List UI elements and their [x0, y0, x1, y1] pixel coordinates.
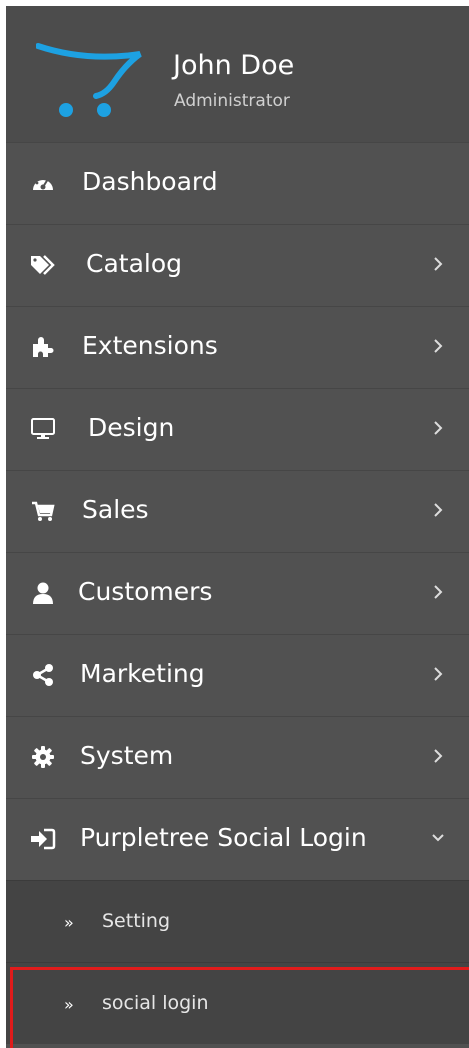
submenu-item-social-login[interactable]: » social login [6, 962, 469, 1048]
cart-logo-icon [36, 43, 142, 117]
main-menu: Dashboard Catalog Extensions Design Sale… [6, 142, 469, 880]
menu-item-extensions[interactable]: Extensions [6, 306, 469, 388]
menu-label: Customers [78, 577, 213, 606]
puzzle-icon [30, 334, 56, 360]
highlight-box [10, 967, 469, 1048]
chevron-right-icon [434, 585, 443, 599]
menu-label: Catalog [86, 249, 183, 278]
user-profile[interactable]: John Doe Administrator [6, 6, 469, 142]
menu-item-marketing[interactable]: Marketing [6, 634, 469, 716]
profile-name: John Doe [173, 50, 295, 81]
menu-item-sales[interactable]: Sales [6, 470, 469, 552]
submenu-label: Setting [102, 910, 171, 932]
chevron-right-icon [434, 667, 443, 681]
menu-label: System [80, 741, 174, 770]
menu-label: Marketing [80, 659, 205, 688]
double-chevron-right-icon: » [64, 913, 74, 932]
double-chevron-right-icon: » [64, 995, 74, 1014]
menu-label: Sales [82, 495, 149, 524]
desktop-icon [30, 416, 56, 442]
chevron-right-icon [434, 339, 443, 353]
sidebar: John Doe Administrator Dashboard Catalog… [6, 6, 469, 1048]
cart-icon [30, 498, 56, 524]
chevron-right-icon [434, 503, 443, 517]
menu-item-purpletree-social-login[interactable]: Purpletree Social Login [6, 798, 469, 880]
menu-item-customers[interactable]: Customers [6, 552, 469, 634]
profile-role: Administrator [174, 91, 290, 111]
menu-item-system[interactable]: System [6, 716, 469, 798]
menu-label: Extensions [82, 331, 218, 360]
user-icon [30, 580, 56, 606]
menu-label: Purpletree Social Login [80, 823, 367, 852]
gear-icon [30, 744, 56, 770]
submenu-purpletree-social-login: » Setting » social login [6, 880, 469, 1048]
sign-in-icon [30, 826, 56, 852]
menu-item-dashboard[interactable]: Dashboard [6, 142, 469, 224]
submenu-item-setting[interactable]: » Setting [6, 880, 469, 962]
menu-label: Design [88, 413, 175, 442]
dashboard-icon [30, 170, 56, 196]
chevron-right-icon [434, 749, 443, 763]
chevron-right-icon [434, 421, 443, 435]
submenu-label: social login [102, 992, 209, 1014]
chevron-down-icon [432, 834, 444, 842]
menu-item-catalog[interactable]: Catalog [6, 224, 469, 306]
menu-item-design[interactable]: Design [6, 388, 469, 470]
share-icon [30, 662, 56, 688]
menu-label: Dashboard [82, 167, 218, 196]
tags-icon [30, 252, 56, 278]
chevron-right-icon [434, 257, 443, 271]
